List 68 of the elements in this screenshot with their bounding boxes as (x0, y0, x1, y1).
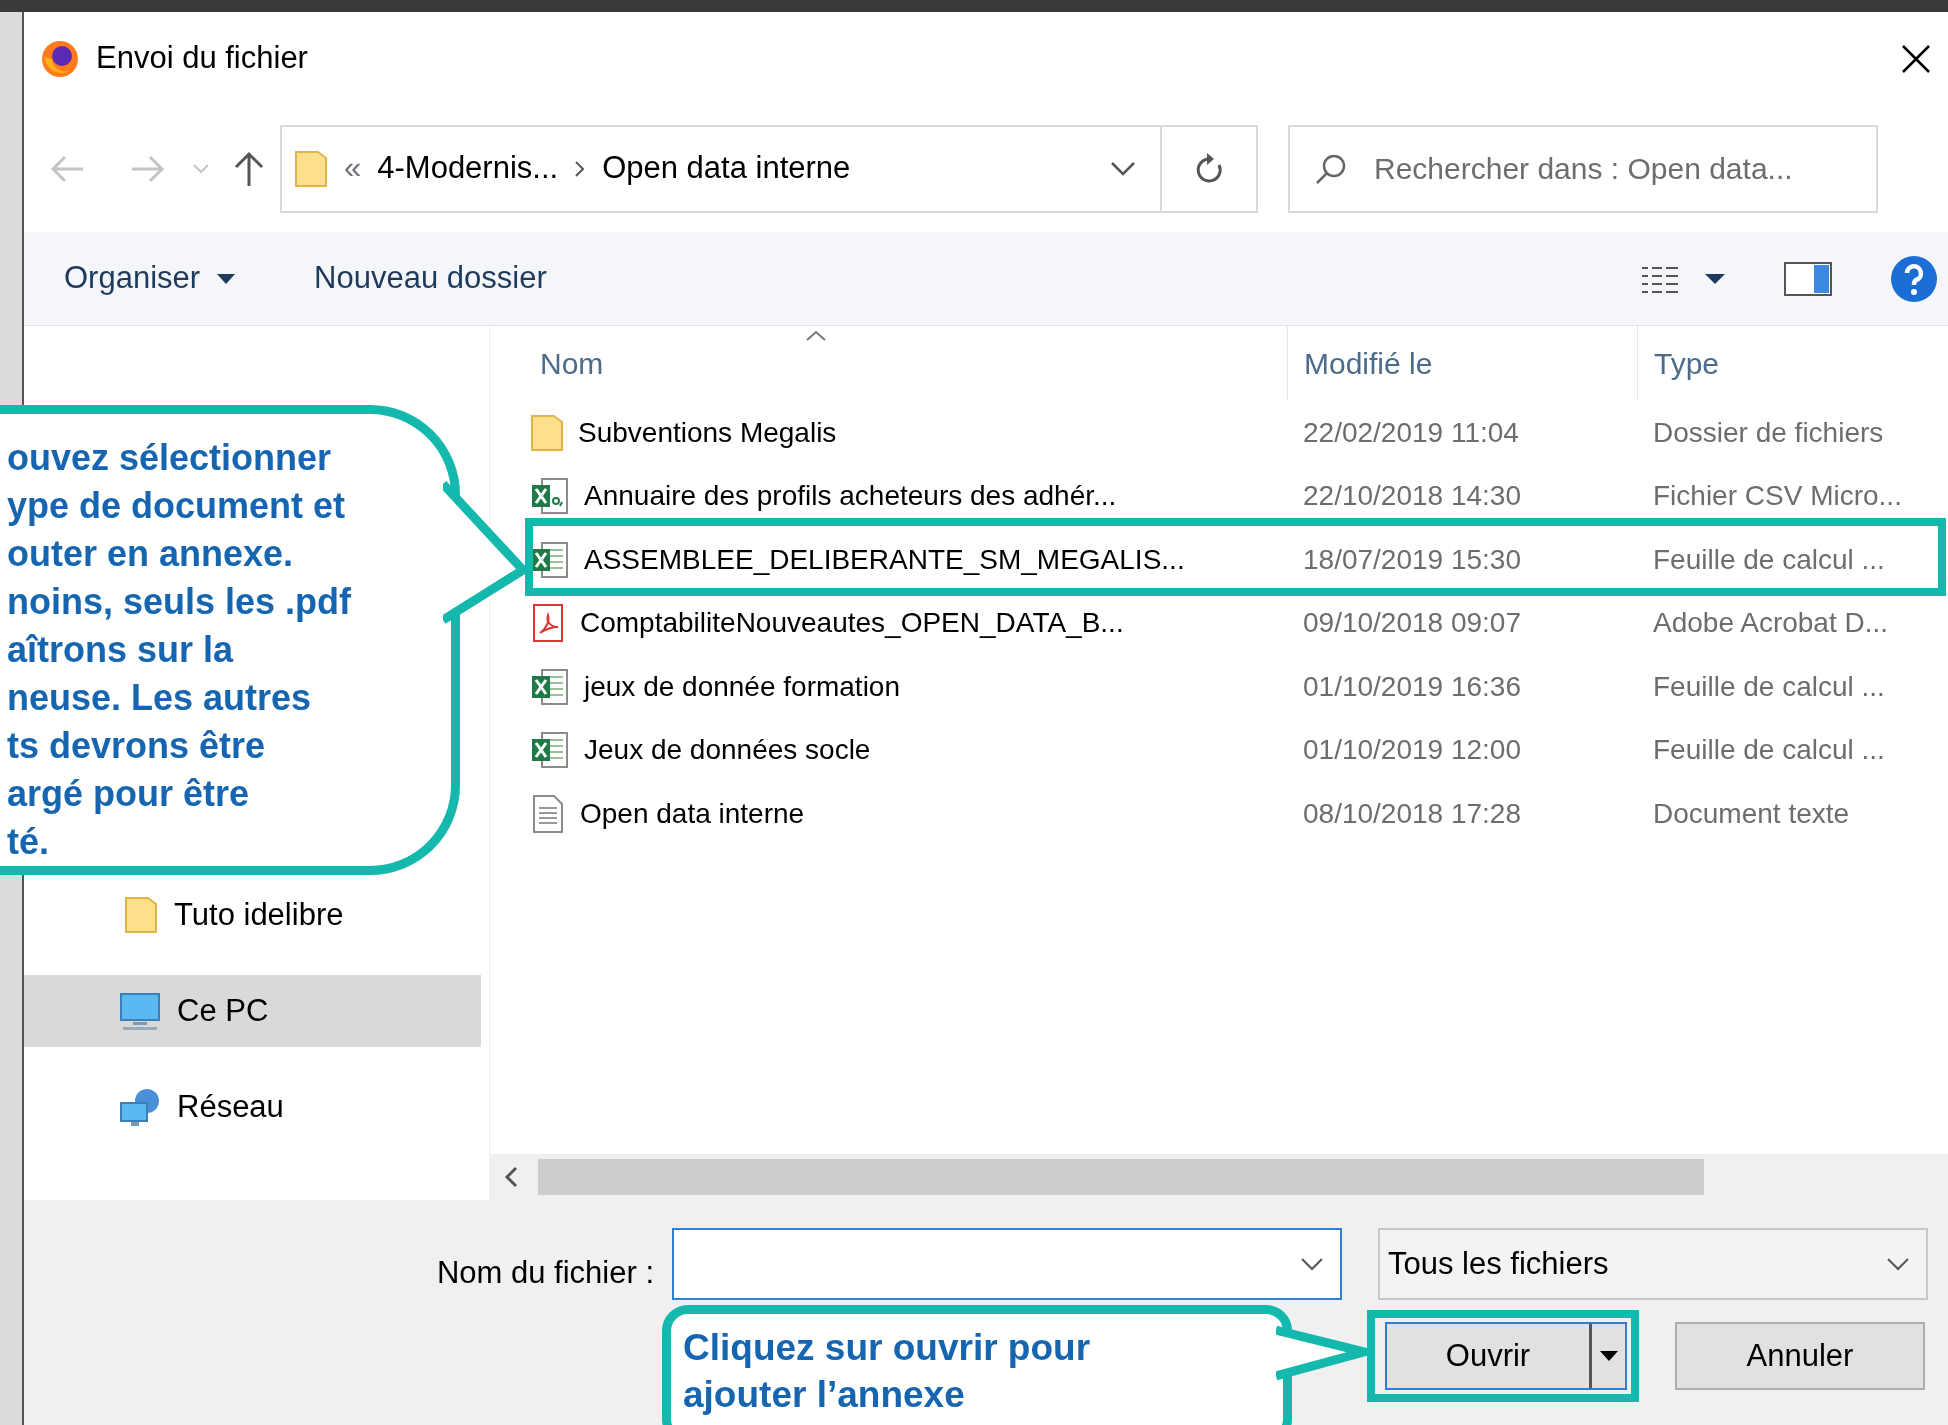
preview-pane-button[interactable] (1784, 261, 1832, 296)
breadcrumb-item[interactable]: Open data interne (602, 145, 851, 192)
spreadsheet-icon (530, 539, 570, 580)
file-date: 01/10/2019 16:36 (1302, 669, 1522, 704)
close-button[interactable] (1900, 42, 1932, 75)
computer-icon (119, 991, 161, 1031)
file-date: 09/10/2018 09:07 (1302, 606, 1522, 641)
folder-icon (124, 895, 158, 935)
file-date: 22/10/2018 14:30 (1302, 479, 1522, 514)
file-name[interactable]: Open data interne (580, 792, 805, 835)
file-type: Feuille de calcul ... (1652, 669, 1886, 704)
sidebar-item[interactable]: Réseau (24, 1071, 489, 1143)
file-type: Fichier CSV Micro... (1652, 479, 1903, 514)
caret-icon (216, 272, 237, 285)
organize-menu-button[interactable]: Organiser (64, 255, 237, 302)
file-type: Document texte (1652, 796, 1851, 831)
folder-icon (294, 148, 328, 189)
file-name[interactable]: Annuaire des profils acheteurs des adhér... (584, 475, 1117, 518)
file-type: Feuille de calcul ... (1652, 733, 1886, 768)
window-title: Envoi du fichier (96, 39, 308, 78)
cancel-button[interactable]: Annuler (1675, 1322, 1925, 1390)
file-date: 22/02/2019 11:04 (1302, 415, 1520, 450)
chevron-down-icon (1300, 1257, 1324, 1271)
breadcrumb-overflow[interactable]: « (344, 145, 362, 192)
column-header[interactable]: Modifié le (1287, 326, 1637, 401)
sidebar-item[interactable]: Ce PC (24, 975, 481, 1047)
file-name[interactable]: jeux de donnée formation (584, 665, 900, 708)
file-name-field[interactable] (672, 1228, 1342, 1300)
file-date: 08/10/2018 17:28 (1302, 796, 1522, 831)
pdf-icon (530, 603, 566, 644)
open-button[interactable]: Ouvrir (1385, 1322, 1627, 1390)
callout-bubble: Cliquez sur ouvrir pour ajouter l’annexe (662, 1305, 1292, 1425)
caret-icon (1598, 1350, 1619, 1362)
file-type: Dossier de fichiers (1652, 415, 1885, 450)
spreadsheet-icon (530, 730, 570, 771)
new-folder-button[interactable]: Nouveau dossier (314, 255, 547, 302)
breadcrumb-item[interactable]: 4-Modernis... (377, 145, 559, 192)
column-header[interactable]: Type (1637, 326, 1948, 401)
sidebar-item[interactable]: Tuto idelibre (24, 879, 489, 951)
scroll-left-icon[interactable] (504, 1166, 518, 1188)
network-icon (119, 1087, 161, 1127)
spreadsheet-icon (530, 476, 570, 517)
spreadsheet-icon (530, 666, 570, 707)
file-name[interactable]: ComptabiliteNouveautes_OPEN_DATA_B... (580, 602, 1124, 645)
file-name[interactable]: ASSEMBLEE_DELIBERANTE_SM_MEGALIS... (584, 538, 1185, 581)
column-header[interactable]: Nom (490, 326, 1287, 401)
callout-bubble: ouvez sélectionner ype de document et outer en annexe. noins, seuls les .pdf aîtrons sur la neuse. Les autres ts devrons être argé pour être té. (0, 405, 460, 875)
file-type: Adobe Acrobat D... (1652, 606, 1890, 641)
chevron-down-icon (1886, 1257, 1910, 1271)
file-name[interactable]: Jeux de données socle (584, 729, 871, 772)
app-logo-icon (40, 38, 80, 79)
caret-icon (1704, 272, 1726, 285)
address-bar[interactable]: « 4-Modernis... Open data interne (280, 124, 1258, 213)
file-name[interactable]: Subventions Megalis (578, 411, 837, 454)
folder-icon (530, 412, 564, 453)
chevron-icon (574, 159, 587, 178)
file-type-dropdown[interactable]: Tous les fichiers (1378, 1228, 1928, 1300)
file-date: 01/10/2019 12:00 (1302, 733, 1522, 768)
search-bar[interactable]: Rechercher dans : Open data... (1288, 124, 1878, 213)
file-date: 18/07/2019 15:30 (1302, 542, 1522, 577)
horizontal-scrollbar[interactable] (490, 1154, 1948, 1200)
search-field[interactable]: Rechercher dans : Open data... (1372, 145, 1876, 192)
text-document-icon (530, 793, 566, 834)
file-name-label: Nom du fichier : (435, 1254, 654, 1292)
file-type: Feuille de calcul ... (1652, 542, 1886, 577)
up-button[interactable] (232, 149, 266, 188)
chevron-down-icon (1110, 160, 1136, 177)
help-button[interactable] (1890, 254, 1938, 303)
